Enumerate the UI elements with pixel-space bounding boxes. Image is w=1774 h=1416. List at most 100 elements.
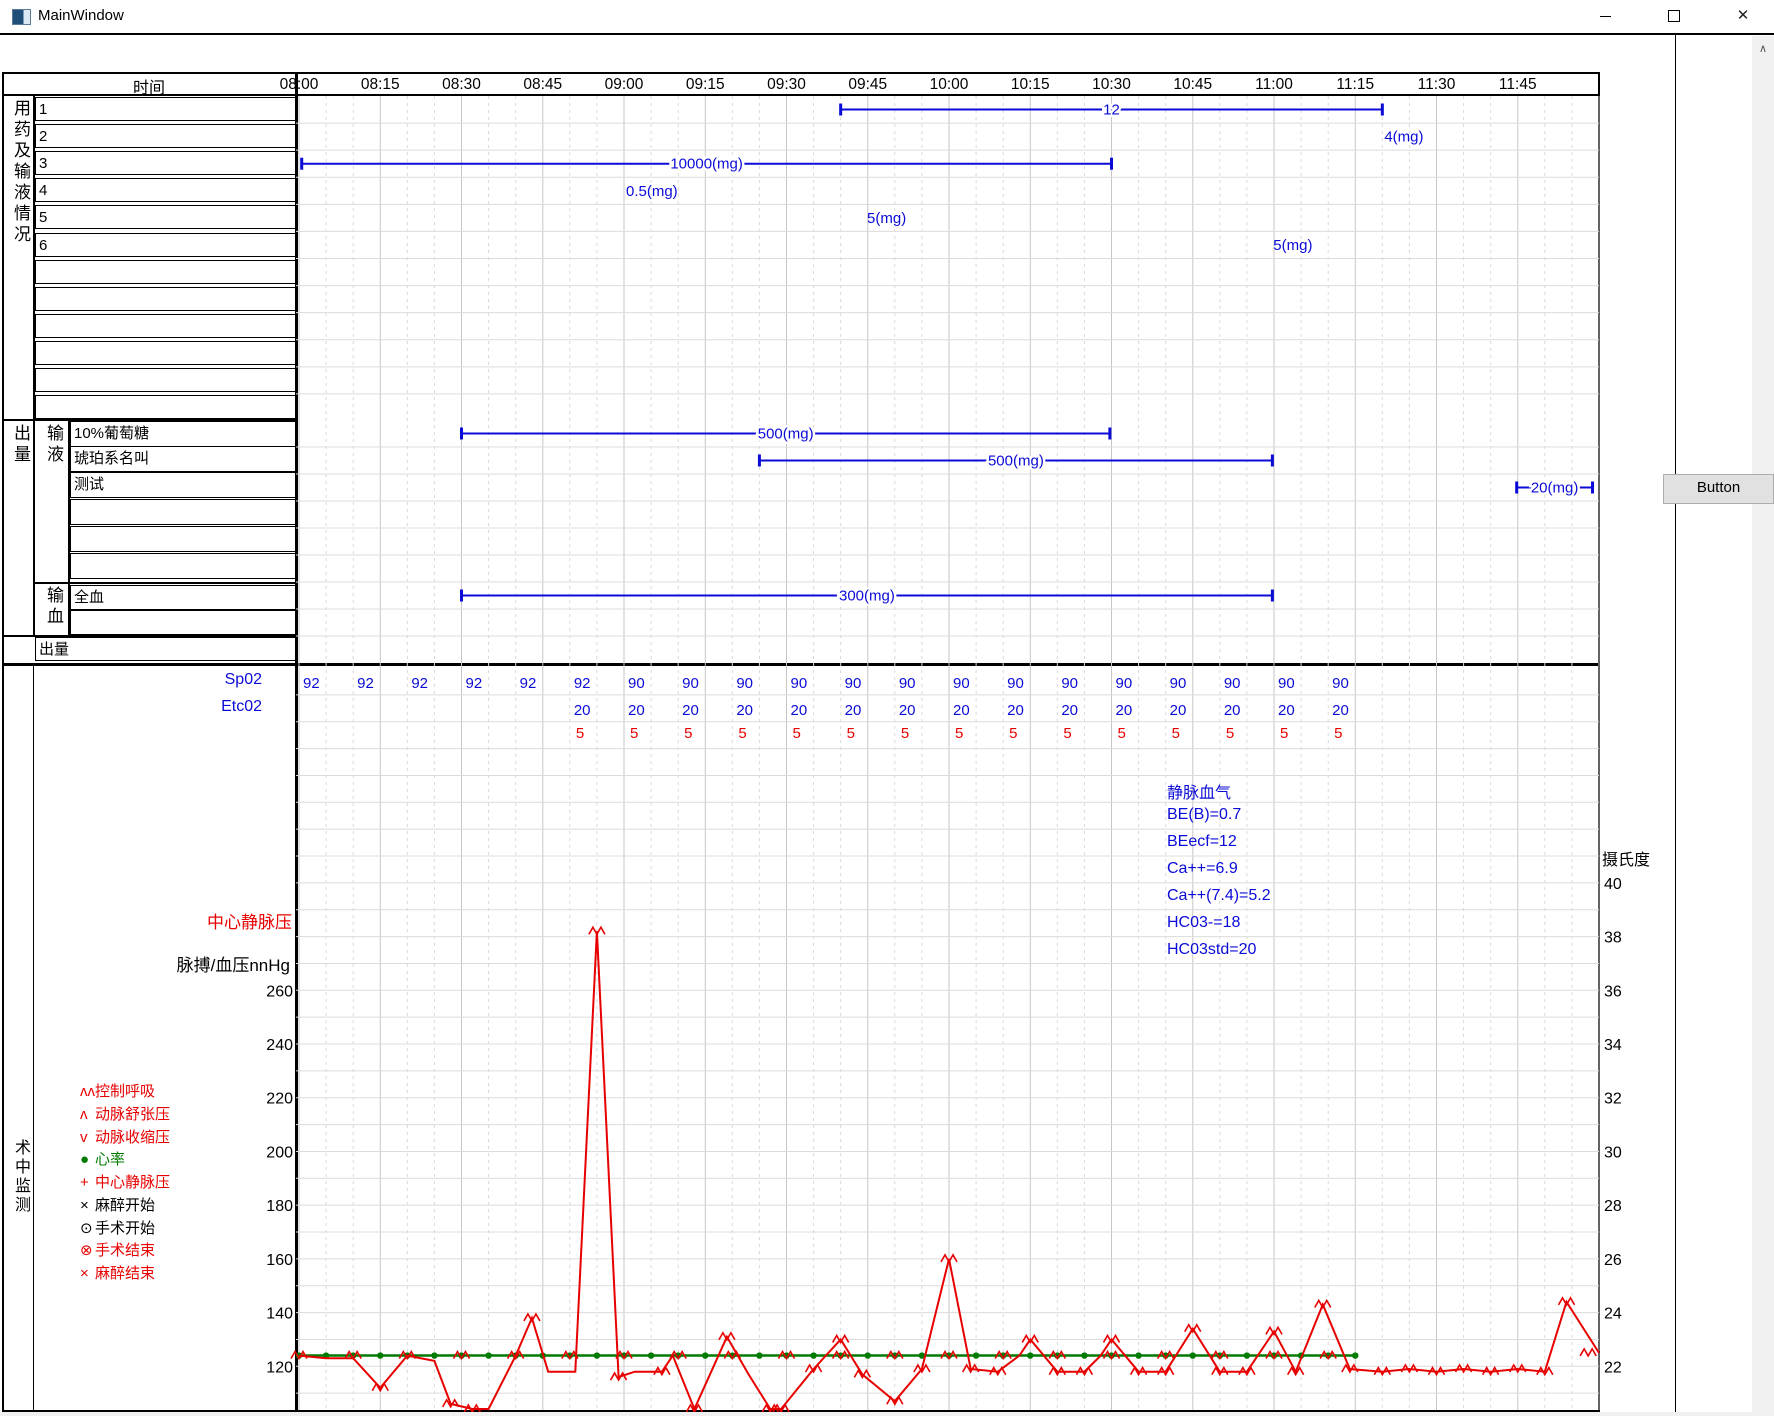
svg-text:90: 90 (736, 675, 753, 692)
svg-text:08:30: 08:30 (442, 76, 481, 93)
svg-text:90: 90 (1061, 675, 1078, 692)
svg-text:20: 20 (682, 702, 699, 719)
med-row-empty[interactable] (35, 341, 296, 365)
svg-text:11:00: 11:00 (1255, 76, 1293, 93)
svg-text:11:15: 11:15 (1336, 76, 1374, 93)
svg-text:20(mg): 20(mg) (1531, 480, 1579, 497)
blood-row-1[interactable]: 全血 (70, 585, 296, 610)
legend-text: 麻醉开始 (95, 1197, 155, 1214)
svg-text:20: 20 (953, 702, 970, 719)
med-row-6[interactable]: 6 (35, 233, 296, 257)
cvp-label: 中心静脉压 (100, 908, 292, 933)
blood-gas-line: BEecf=12 (1167, 833, 1237, 851)
svg-text:4(mg): 4(mg) (1384, 129, 1423, 146)
svg-text:20: 20 (1061, 702, 1078, 719)
legend-item: ⊗手术结束 (80, 1239, 155, 1260)
etc02-label: Etc02 (100, 698, 262, 716)
med-row-2[interactable]: 2 (35, 124, 296, 148)
med-row-1[interactable]: 1 (35, 97, 296, 121)
section-label-output: 出量 (8, 424, 33, 484)
svg-text:5: 5 (738, 725, 746, 742)
svg-text:11:30: 11:30 (1418, 76, 1456, 93)
med-row-empty[interactable] (35, 395, 296, 419)
temp-axis-label: 摄氏度 (1602, 846, 1650, 870)
legend-symbol: v (80, 1129, 95, 1146)
table-border (33, 582, 296, 584)
svg-text:20: 20 (1278, 702, 1295, 719)
svg-text:34: 34 (1604, 1037, 1622, 1054)
svg-text:90: 90 (1170, 675, 1187, 692)
svg-text:09:00: 09:00 (605, 76, 644, 93)
svg-text:10:00: 10:00 (930, 76, 969, 93)
svg-text:92: 92 (466, 675, 483, 692)
svg-text:180: 180 (266, 1198, 293, 1215)
svg-text:90: 90 (1116, 675, 1133, 692)
panel-right-border (1675, 35, 1676, 1412)
table-border (33, 666, 34, 1410)
infusion-row-empty[interactable] (70, 526, 296, 552)
med-row-empty[interactable] (35, 314, 296, 338)
infusion-row-empty[interactable] (70, 553, 296, 579)
svg-text:5: 5 (1334, 725, 1342, 742)
legend-item: ●心率 (80, 1148, 125, 1169)
svg-text:09:45: 09:45 (848, 76, 887, 93)
med-row-3[interactable]: 3 (35, 151, 296, 175)
svg-text:500(mg): 500(mg) (758, 426, 814, 443)
svg-text:90: 90 (899, 675, 916, 692)
vertical-scrollbar[interactable]: ∧ (1752, 36, 1774, 1413)
svg-text:5: 5 (1118, 725, 1126, 742)
legend-symbol: ⊗ (80, 1241, 95, 1259)
output-row[interactable]: 出量 (35, 637, 296, 661)
window-bottom-strip (0, 1412, 1774, 1416)
svg-text:09:15: 09:15 (686, 76, 725, 93)
svg-text:90: 90 (1007, 675, 1024, 692)
med-row-5[interactable]: 5 (35, 205, 296, 229)
svg-text:90: 90 (1278, 675, 1295, 692)
svg-text:240: 240 (266, 1037, 293, 1054)
minimize-button[interactable] (1582, 0, 1628, 32)
side-button[interactable]: Button (1663, 474, 1774, 504)
section-label-medication: 用药及输液情况 (8, 99, 33, 419)
blood-gas-line: Ca++(7.4)=5.2 (1167, 887, 1271, 905)
blood-gas-line: BE(B)=0.7 (1167, 806, 1241, 824)
svg-text:20: 20 (1224, 702, 1241, 719)
legend-text: 动脉舒张压 (95, 1106, 170, 1123)
med-row-empty[interactable] (35, 260, 296, 284)
svg-text:10:30: 10:30 (1092, 76, 1131, 93)
infusion-row-1[interactable]: 10%葡萄糖 (70, 421, 296, 447)
infusion-row-empty[interactable] (70, 499, 296, 525)
svg-text:20: 20 (628, 702, 645, 719)
infusion-label: 输液 (41, 424, 66, 484)
svg-text:20: 20 (899, 702, 916, 719)
svg-text:10:15: 10:15 (1011, 76, 1050, 93)
svg-text:5: 5 (955, 725, 963, 742)
blood-gas-line: Ca++=6.9 (1167, 860, 1238, 878)
svg-text:20: 20 (791, 702, 808, 719)
svg-text:5: 5 (576, 725, 584, 742)
blood-product-name: 全血 (74, 589, 104, 606)
legend-symbol: ʌʌ (80, 1083, 95, 1100)
med-row-4[interactable]: 4 (35, 178, 296, 202)
blood-label: 输血 (41, 586, 66, 636)
svg-text:90: 90 (628, 675, 645, 692)
infusion-row-2[interactable]: 琥珀系名叫 (70, 446, 296, 472)
legend-text: 心率 (95, 1151, 125, 1168)
blood-row-empty[interactable] (70, 610, 296, 635)
svg-text:20: 20 (1170, 702, 1187, 719)
scrollbar-up-icon[interactable]: ∧ (1752, 42, 1774, 55)
med-row-empty[interactable] (35, 287, 296, 311)
svg-text:5: 5 (1226, 725, 1234, 742)
svg-text:20: 20 (1332, 702, 1349, 719)
svg-text:92: 92 (411, 675, 428, 692)
svg-text:5: 5 (901, 725, 909, 742)
svg-text:5: 5 (793, 725, 801, 742)
legend-item: ʌʌ控制呼吸 (80, 1080, 155, 1101)
infusion-row-3[interactable]: 测试 (70, 472, 296, 498)
med-row-number: 6 (39, 237, 47, 254)
legend-text: 动脉收缩压 (95, 1129, 170, 1146)
med-row-number: 5 (39, 209, 47, 226)
maximize-button[interactable] (1651, 0, 1697, 32)
svg-text:20: 20 (845, 702, 862, 719)
close-icon[interactable]: ✕ (1720, 0, 1766, 32)
med-row-empty[interactable] (35, 368, 296, 392)
